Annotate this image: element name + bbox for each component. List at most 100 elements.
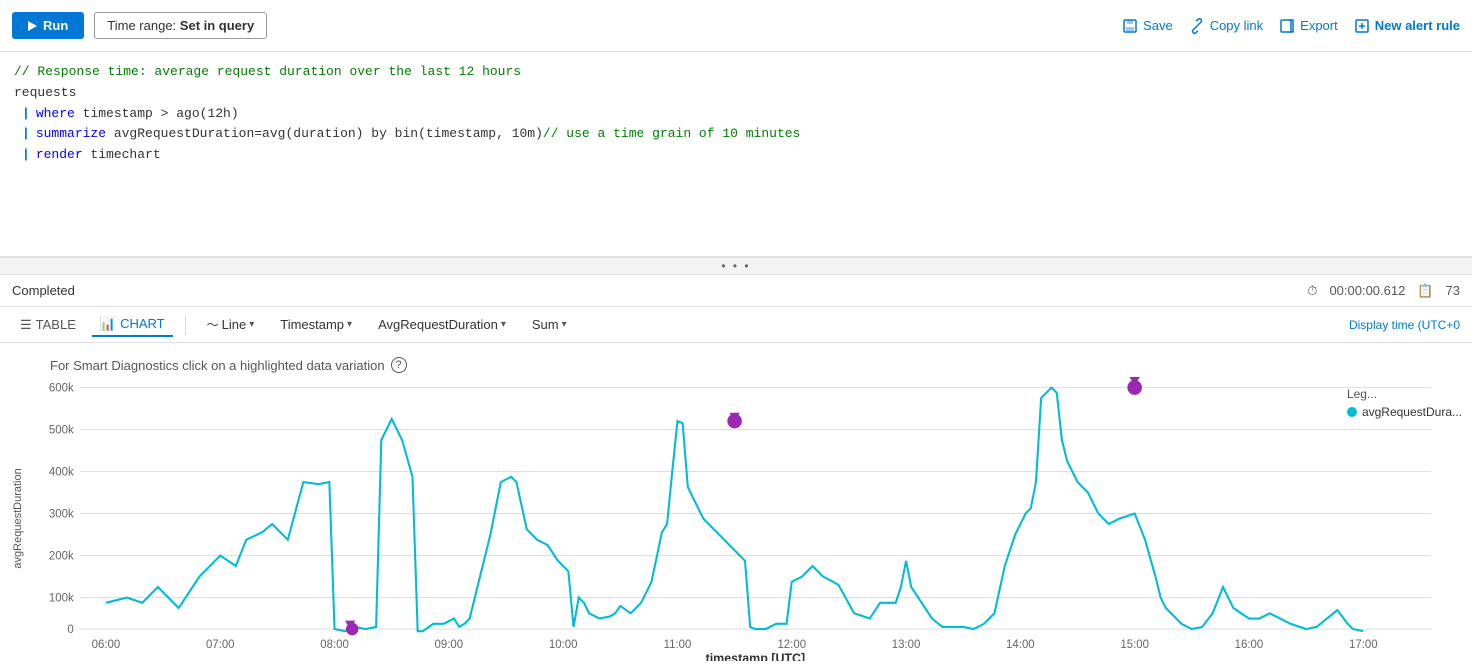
play-icon: [28, 21, 37, 31]
chart-container: For Smart Diagnostics click on a highlig…: [0, 343, 1472, 640]
legend-item-avg: avgRequestDura...: [1347, 405, 1462, 419]
code-line-1: // Response time: average request durati…: [14, 62, 1458, 83]
pipe-marker-2: |: [22, 124, 30, 145]
svg-text:15:00: 15:00: [1120, 639, 1149, 651]
sum-label: Sum: [532, 317, 559, 332]
time-range-value: Set in query: [180, 18, 254, 33]
time-range-button[interactable]: Time range: Set in query: [94, 12, 267, 39]
run-label: Run: [43, 18, 68, 33]
avg-chevron: ▾: [501, 319, 506, 330]
timestamp-chevron: ▾: [347, 319, 352, 330]
line-type-select[interactable]: 〜 Line ▾: [198, 312, 264, 337]
table-label: TABLE: [36, 317, 76, 332]
svg-text:500k: 500k: [49, 425, 74, 437]
rows-icon: 📋: [1417, 283, 1433, 299]
svg-text:12:00: 12:00: [777, 639, 806, 651]
display-time-label: Display time (UTC+0: [1349, 318, 1460, 332]
run-button[interactable]: Run: [12, 12, 84, 39]
y-axis-label: avgRequestDuration: [8, 377, 28, 661]
help-icon[interactable]: ?: [391, 357, 407, 373]
svg-text:200k: 200k: [49, 551, 74, 563]
line-chevron: ▾: [249, 319, 254, 330]
sum-select[interactable]: Sum ▾: [523, 313, 576, 336]
svg-text:14:00: 14:00: [1006, 639, 1035, 651]
pipe-marker-3: |: [22, 145, 30, 166]
svg-text:10:00: 10:00: [549, 639, 578, 651]
table-icon: ☰: [20, 317, 32, 333]
new-alert-label: New alert rule: [1375, 18, 1460, 33]
avg-label: AvgRequestDuration: [378, 317, 498, 332]
keyword-render: render: [36, 145, 83, 166]
toolbar: Run Time range: Set in query Save Copy l…: [0, 0, 1472, 52]
svg-text:timestamp [UTC]: timestamp [UTC]: [706, 652, 806, 661]
timestamp-label: Timestamp: [280, 317, 344, 332]
chart-toolbar: ☰ TABLE 📊 CHART 〜 Line ▾ Timestamp ▾ Avg…: [0, 307, 1472, 343]
smart-diagnostics-bar: For Smart Diagnostics click on a highlig…: [0, 353, 1462, 377]
duration-value: 00:00:00.612: [1329, 283, 1405, 298]
chart-label: CHART: [120, 316, 165, 331]
svg-text:09:00: 09:00: [435, 639, 464, 651]
duration-icon: ⏱: [1307, 283, 1317, 299]
legend-title: Leg...: [1347, 387, 1462, 401]
code-line-4: | summarize avgRequestDuration=avg(durat…: [14, 124, 1458, 145]
legend-color-dot: [1347, 407, 1357, 417]
plain-where: timestamp > ago(12h): [75, 104, 239, 125]
toolbar-right: Save Copy link Export New alert rule: [1122, 18, 1460, 34]
keyword-where: where: [36, 104, 75, 125]
line-type-icon: 〜: [207, 316, 219, 333]
plain-summarize: avgRequestDuration=avg(duration) by bin(…: [106, 124, 543, 145]
svg-text:08:00: 08:00: [320, 639, 349, 651]
copy-link-button[interactable]: Copy link: [1189, 18, 1263, 34]
status-bar: Completed ⏱ 00:00:00.612 📋 73: [0, 275, 1472, 307]
keyword-summarize: summarize: [36, 124, 106, 145]
copy-link-icon: [1189, 18, 1205, 34]
svg-text:16:00: 16:00: [1235, 639, 1264, 651]
chart-icon: 📊: [100, 316, 116, 332]
svg-text:100k: 100k: [49, 593, 74, 605]
svg-text:300k: 300k: [49, 509, 74, 521]
svg-text:400k: 400k: [49, 467, 74, 479]
copy-link-label: Copy link: [1210, 18, 1263, 33]
code-line-2: requests: [14, 83, 1458, 104]
svg-text:600k: 600k: [49, 383, 74, 395]
comment-2: // use a time grain of 10 minutes: [543, 124, 800, 145]
completed-status: Completed: [12, 283, 75, 298]
export-icon: [1279, 18, 1295, 34]
timestamp-select[interactable]: Timestamp ▾: [271, 313, 361, 336]
chart-svg-container[interactable]: 600k 500k 400k 300k 200k 100k 0 06:00 07…: [28, 377, 1462, 661]
line-type-label: Line: [222, 317, 247, 332]
export-button[interactable]: Export: [1279, 18, 1338, 34]
export-label: Export: [1300, 18, 1338, 33]
avg-select[interactable]: AvgRequestDuration ▾: [369, 313, 515, 336]
legend-series-label: avgRequestDura...: [1362, 405, 1462, 419]
rows-value: 73: [1446, 283, 1460, 298]
svg-text:0: 0: [67, 624, 73, 636]
new-alert-rule-button[interactable]: New alert rule: [1354, 18, 1460, 34]
code-line-3: | where timestamp > ago(12h): [14, 104, 1458, 125]
svg-text:11:00: 11:00: [664, 639, 692, 651]
time-range-prefix: Time range:: [107, 18, 176, 33]
table-view-button[interactable]: ☰ TABLE: [12, 314, 84, 336]
toolbar-divider: [185, 315, 186, 335]
svg-text:13:00: 13:00: [892, 639, 921, 651]
comment-1: // Response time: average request durati…: [14, 62, 521, 83]
pipe-marker-1: |: [22, 104, 30, 125]
sum-chevron: ▾: [562, 319, 567, 330]
smart-diag-text: For Smart Diagnostics click on a highlig…: [50, 358, 385, 373]
save-icon: [1122, 18, 1138, 34]
svg-text:06:00: 06:00: [92, 639, 121, 651]
save-label: Save: [1143, 18, 1173, 33]
status-right: ⏱ 00:00:00.612 📋 73: [1307, 283, 1460, 299]
chart-area: avgRequestDuration 600k 500k 400k 300k 2…: [0, 377, 1462, 661]
divider-dots: • • •: [721, 259, 750, 273]
chart-legend: Leg... avgRequestDura...: [1347, 387, 1462, 419]
new-alert-icon: [1354, 18, 1370, 34]
resize-divider[interactable]: • • •: [0, 257, 1472, 275]
svg-text:07:00: 07:00: [206, 639, 235, 651]
chart-view-button[interactable]: 📊 CHART: [92, 313, 173, 337]
code-line-5: | render timechart: [14, 145, 1458, 166]
chart-svg: 600k 500k 400k 300k 200k 100k 0 06:00 07…: [28, 377, 1462, 661]
svg-text:17:00: 17:00: [1349, 639, 1378, 651]
query-editor[interactable]: // Response time: average request durati…: [0, 52, 1472, 257]
save-button[interactable]: Save: [1122, 18, 1173, 34]
